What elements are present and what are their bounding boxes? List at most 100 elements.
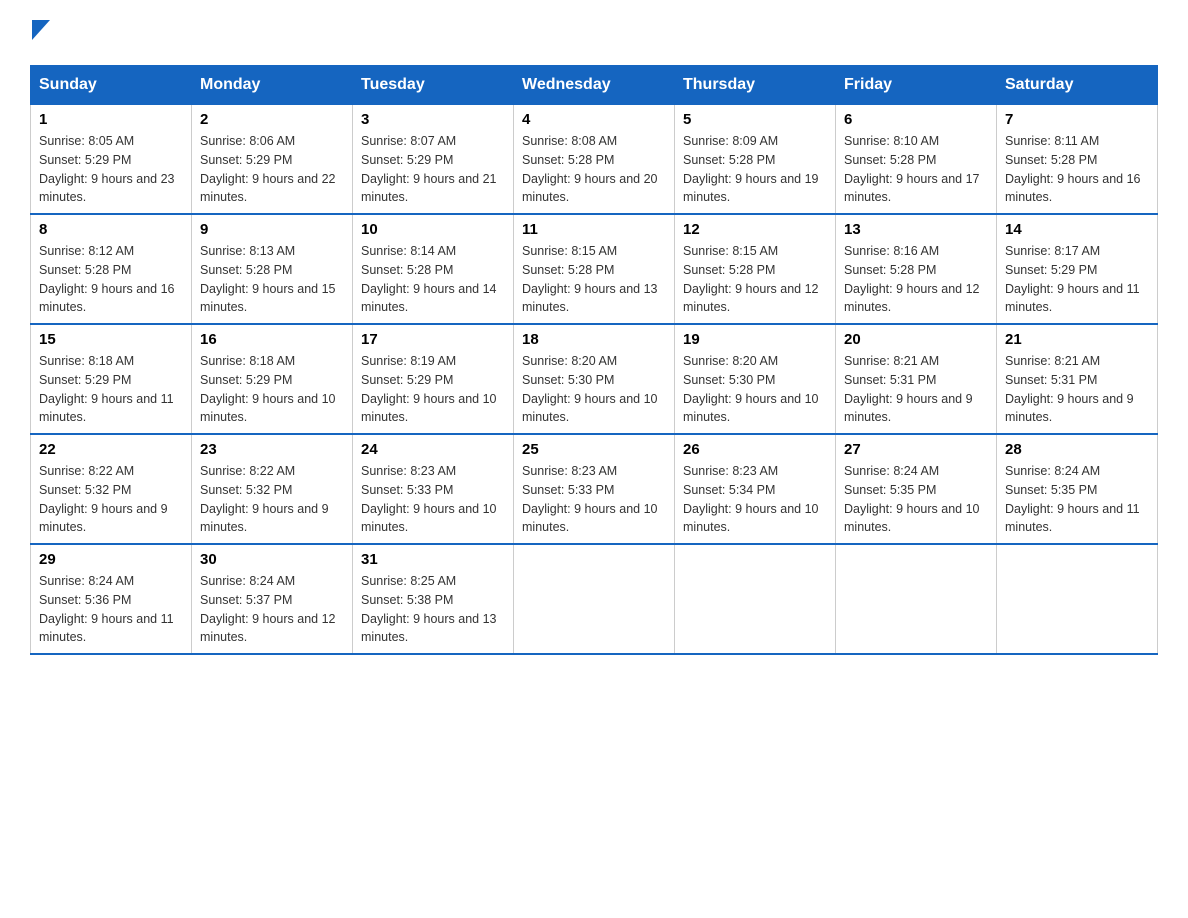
calendar-cell: 16 Sunrise: 8:18 AM Sunset: 5:29 PM Dayl… <box>192 324 353 434</box>
day-info: Sunrise: 8:24 AM Sunset: 5:35 PM Dayligh… <box>844 462 988 537</box>
day-number: 17 <box>361 331 505 348</box>
day-info: Sunrise: 8:23 AM Sunset: 5:33 PM Dayligh… <box>361 462 505 537</box>
day-info: Sunrise: 8:14 AM Sunset: 5:28 PM Dayligh… <box>361 242 505 317</box>
header-day-tuesday: Tuesday <box>353 66 514 105</box>
calendar-week-1: 1 Sunrise: 8:05 AM Sunset: 5:29 PM Dayli… <box>31 105 1158 215</box>
day-number: 27 <box>844 441 988 458</box>
calendar-table: SundayMondayTuesdayWednesdayThursdayFrid… <box>30 65 1158 655</box>
day-info: Sunrise: 8:17 AM Sunset: 5:29 PM Dayligh… <box>1005 242 1149 317</box>
day-info: Sunrise: 8:10 AM Sunset: 5:28 PM Dayligh… <box>844 132 988 207</box>
day-info: Sunrise: 8:25 AM Sunset: 5:38 PM Dayligh… <box>361 572 505 647</box>
day-info: Sunrise: 8:23 AM Sunset: 5:33 PM Dayligh… <box>522 462 666 537</box>
calendar-body: 1 Sunrise: 8:05 AM Sunset: 5:29 PM Dayli… <box>31 105 1158 655</box>
day-info: Sunrise: 8:11 AM Sunset: 5:28 PM Dayligh… <box>1005 132 1149 207</box>
day-info: Sunrise: 8:24 AM Sunset: 5:35 PM Dayligh… <box>1005 462 1149 537</box>
calendar-week-5: 29 Sunrise: 8:24 AM Sunset: 5:36 PM Dayl… <box>31 544 1158 654</box>
day-number: 25 <box>522 441 666 458</box>
day-info: Sunrise: 8:22 AM Sunset: 5:32 PM Dayligh… <box>39 462 183 537</box>
calendar-cell: 29 Sunrise: 8:24 AM Sunset: 5:36 PM Dayl… <box>31 544 192 654</box>
day-number: 2 <box>200 111 344 128</box>
logo <box>30 20 50 45</box>
day-info: Sunrise: 8:18 AM Sunset: 5:29 PM Dayligh… <box>39 352 183 427</box>
day-info: Sunrise: 8:12 AM Sunset: 5:28 PM Dayligh… <box>39 242 183 317</box>
day-info: Sunrise: 8:05 AM Sunset: 5:29 PM Dayligh… <box>39 132 183 207</box>
calendar-cell: 13 Sunrise: 8:16 AM Sunset: 5:28 PM Dayl… <box>836 214 997 324</box>
day-info: Sunrise: 8:24 AM Sunset: 5:37 PM Dayligh… <box>200 572 344 647</box>
day-info: Sunrise: 8:15 AM Sunset: 5:28 PM Dayligh… <box>522 242 666 317</box>
day-number: 28 <box>1005 441 1149 458</box>
day-info: Sunrise: 8:08 AM Sunset: 5:28 PM Dayligh… <box>522 132 666 207</box>
day-number: 6 <box>844 111 988 128</box>
day-info: Sunrise: 8:24 AM Sunset: 5:36 PM Dayligh… <box>39 572 183 647</box>
day-number: 16 <box>200 331 344 348</box>
day-info: Sunrise: 8:21 AM Sunset: 5:31 PM Dayligh… <box>844 352 988 427</box>
calendar-week-4: 22 Sunrise: 8:22 AM Sunset: 5:32 PM Dayl… <box>31 434 1158 544</box>
calendar-cell: 28 Sunrise: 8:24 AM Sunset: 5:35 PM Dayl… <box>997 434 1158 544</box>
calendar-cell: 31 Sunrise: 8:25 AM Sunset: 5:38 PM Dayl… <box>353 544 514 654</box>
calendar-cell: 14 Sunrise: 8:17 AM Sunset: 5:29 PM Dayl… <box>997 214 1158 324</box>
calendar-cell: 3 Sunrise: 8:07 AM Sunset: 5:29 PM Dayli… <box>353 105 514 215</box>
calendar-cell: 17 Sunrise: 8:19 AM Sunset: 5:29 PM Dayl… <box>353 324 514 434</box>
calendar-cell <box>675 544 836 654</box>
calendar-cell: 24 Sunrise: 8:23 AM Sunset: 5:33 PM Dayl… <box>353 434 514 544</box>
day-info: Sunrise: 8:20 AM Sunset: 5:30 PM Dayligh… <box>522 352 666 427</box>
day-number: 18 <box>522 331 666 348</box>
day-number: 11 <box>522 221 666 238</box>
calendar-cell: 20 Sunrise: 8:21 AM Sunset: 5:31 PM Dayl… <box>836 324 997 434</box>
calendar-cell: 12 Sunrise: 8:15 AM Sunset: 5:28 PM Dayl… <box>675 214 836 324</box>
day-info: Sunrise: 8:07 AM Sunset: 5:29 PM Dayligh… <box>361 132 505 207</box>
day-info: Sunrise: 8:20 AM Sunset: 5:30 PM Dayligh… <box>683 352 827 427</box>
calendar-cell <box>514 544 675 654</box>
day-info: Sunrise: 8:18 AM Sunset: 5:29 PM Dayligh… <box>200 352 344 427</box>
calendar-cell: 8 Sunrise: 8:12 AM Sunset: 5:28 PM Dayli… <box>31 214 192 324</box>
calendar-cell: 5 Sunrise: 8:09 AM Sunset: 5:28 PM Dayli… <box>675 105 836 215</box>
day-number: 22 <box>39 441 183 458</box>
day-number: 23 <box>200 441 344 458</box>
day-info: Sunrise: 8:23 AM Sunset: 5:34 PM Dayligh… <box>683 462 827 537</box>
day-info: Sunrise: 8:21 AM Sunset: 5:31 PM Dayligh… <box>1005 352 1149 427</box>
day-number: 12 <box>683 221 827 238</box>
day-info: Sunrise: 8:13 AM Sunset: 5:28 PM Dayligh… <box>200 242 344 317</box>
calendar-cell: 18 Sunrise: 8:20 AM Sunset: 5:30 PM Dayl… <box>514 324 675 434</box>
header-row: SundayMondayTuesdayWednesdayThursdayFrid… <box>31 66 1158 105</box>
calendar-cell: 10 Sunrise: 8:14 AM Sunset: 5:28 PM Dayl… <box>353 214 514 324</box>
calendar-cell: 6 Sunrise: 8:10 AM Sunset: 5:28 PM Dayli… <box>836 105 997 215</box>
day-number: 8 <box>39 221 183 238</box>
day-number: 3 <box>361 111 505 128</box>
day-number: 4 <box>522 111 666 128</box>
calendar-cell: 23 Sunrise: 8:22 AM Sunset: 5:32 PM Dayl… <box>192 434 353 544</box>
day-info: Sunrise: 8:22 AM Sunset: 5:32 PM Dayligh… <box>200 462 344 537</box>
calendar-cell: 4 Sunrise: 8:08 AM Sunset: 5:28 PM Dayli… <box>514 105 675 215</box>
day-number: 9 <box>200 221 344 238</box>
calendar-cell: 2 Sunrise: 8:06 AM Sunset: 5:29 PM Dayli… <box>192 105 353 215</box>
header-day-friday: Friday <box>836 66 997 105</box>
day-number: 21 <box>1005 331 1149 348</box>
header-day-saturday: Saturday <box>997 66 1158 105</box>
day-info: Sunrise: 8:15 AM Sunset: 5:28 PM Dayligh… <box>683 242 827 317</box>
calendar-header: SundayMondayTuesdayWednesdayThursdayFrid… <box>31 66 1158 105</box>
calendar-cell: 27 Sunrise: 8:24 AM Sunset: 5:35 PM Dayl… <box>836 434 997 544</box>
day-number: 13 <box>844 221 988 238</box>
day-number: 26 <box>683 441 827 458</box>
calendar-week-3: 15 Sunrise: 8:18 AM Sunset: 5:29 PM Dayl… <box>31 324 1158 434</box>
calendar-cell: 7 Sunrise: 8:11 AM Sunset: 5:28 PM Dayli… <box>997 105 1158 215</box>
day-number: 29 <box>39 551 183 568</box>
calendar-cell <box>997 544 1158 654</box>
day-number: 7 <box>1005 111 1149 128</box>
day-number: 15 <box>39 331 183 348</box>
day-number: 30 <box>200 551 344 568</box>
calendar-cell <box>836 544 997 654</box>
day-number: 20 <box>844 331 988 348</box>
calendar-week-2: 8 Sunrise: 8:12 AM Sunset: 5:28 PM Dayli… <box>31 214 1158 324</box>
calendar-cell: 19 Sunrise: 8:20 AM Sunset: 5:30 PM Dayl… <box>675 324 836 434</box>
calendar-cell: 21 Sunrise: 8:21 AM Sunset: 5:31 PM Dayl… <box>997 324 1158 434</box>
calendar-cell: 15 Sunrise: 8:18 AM Sunset: 5:29 PM Dayl… <box>31 324 192 434</box>
calendar-cell: 26 Sunrise: 8:23 AM Sunset: 5:34 PM Dayl… <box>675 434 836 544</box>
calendar-cell: 9 Sunrise: 8:13 AM Sunset: 5:28 PM Dayli… <box>192 214 353 324</box>
day-info: Sunrise: 8:16 AM Sunset: 5:28 PM Dayligh… <box>844 242 988 317</box>
day-number: 19 <box>683 331 827 348</box>
day-number: 24 <box>361 441 505 458</box>
calendar-cell: 30 Sunrise: 8:24 AM Sunset: 5:37 PM Dayl… <box>192 544 353 654</box>
header-day-monday: Monday <box>192 66 353 105</box>
day-info: Sunrise: 8:06 AM Sunset: 5:29 PM Dayligh… <box>200 132 344 207</box>
